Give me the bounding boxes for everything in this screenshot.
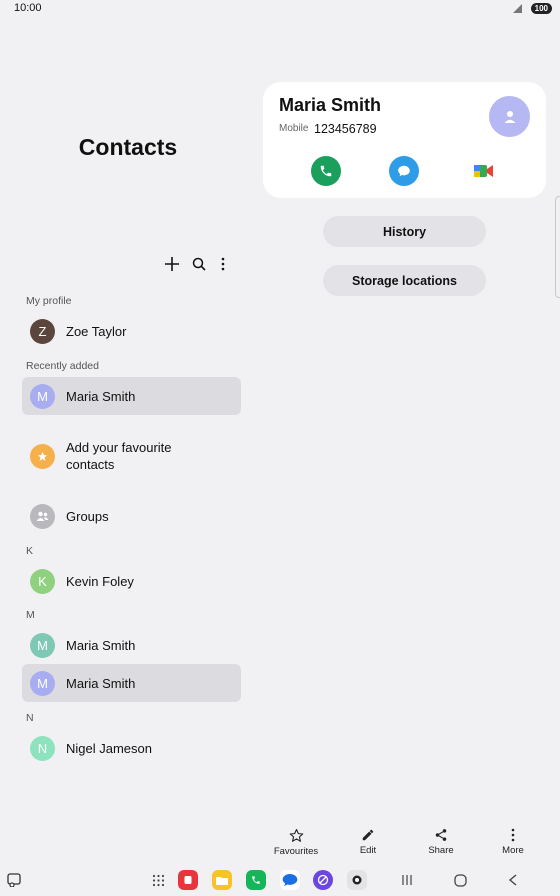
avatar: M — [30, 383, 55, 409]
message-button[interactable] — [389, 156, 419, 186]
add-favourites-label: Add your favourite contacts — [66, 439, 172, 473]
groups-row[interactable]: Groups — [22, 497, 241, 535]
section-label-m: M — [26, 609, 35, 621]
app-icon-red[interactable] — [178, 870, 198, 890]
favourites-label: Favourites — [273, 846, 319, 857]
plus-icon — [165, 257, 179, 271]
history-button[interactable]: History — [323, 216, 486, 247]
groups-label: Groups — [66, 508, 109, 524]
contact-card: Maria Smith Mobile 123456789 — [263, 82, 546, 198]
groups-icon — [30, 503, 55, 529]
contact-name: Kevin Foley — [66, 573, 134, 589]
add-favourites-line1: Add your favourite — [66, 440, 172, 455]
contact-name: Maria Smith — [66, 388, 136, 404]
video-call-icon — [474, 165, 493, 177]
home-icon[interactable] — [450, 870, 470, 890]
page-title: Contacts — [78, 134, 178, 160]
phone-app-icon[interactable] — [246, 870, 266, 890]
profile-row[interactable]: Z Zoe Taylor — [22, 312, 241, 350]
contact-name: Maria Smith — [66, 637, 136, 653]
share-label: Share — [428, 845, 454, 856]
phone-icon — [320, 165, 332, 177]
contact-row-maria-smith-2[interactable]: M Maria Smith — [22, 664, 241, 702]
screen-record-icon[interactable] — [4, 870, 24, 890]
contact-name: Maria Smith — [66, 675, 136, 691]
contact-row-kevin-foley[interactable]: K Kevin Foley — [22, 562, 241, 600]
share-icon — [435, 829, 447, 841]
message-icon — [398, 165, 410, 177]
pencil-icon — [362, 829, 374, 841]
contact-name: Nigel Jameson — [66, 740, 152, 756]
contact-row-nigel-jameson[interactable]: N Nigel Jameson — [22, 729, 241, 767]
more-options-button[interactable] — [211, 252, 235, 276]
edge-panel-handle[interactable] — [555, 196, 560, 298]
status-bar: 10:00 100 — [0, 0, 560, 18]
star-outline-icon — [289, 829, 303, 842]
contact-row-recent-maria-smith[interactable]: M Maria Smith — [22, 377, 241, 415]
section-label-recently-added: Recently added — [26, 360, 99, 372]
section-label-n: N — [26, 712, 34, 724]
add-contact-button[interactable] — [160, 252, 184, 276]
storage-locations-button[interactable]: Storage locations — [323, 265, 486, 296]
add-favourites-line2: contacts — [66, 457, 115, 472]
avatar: M — [30, 670, 55, 696]
phone-number: 123456789 — [314, 122, 377, 136]
apps-grid-icon[interactable] — [148, 870, 168, 890]
search-button[interactable] — [187, 252, 211, 276]
contact-avatar-icon — [489, 96, 530, 137]
more-vertical-icon — [221, 257, 225, 271]
browser-app-icon[interactable] — [313, 870, 333, 890]
folder-app-icon[interactable] — [212, 870, 232, 890]
contact-row-maria-smith-1[interactable]: M Maria Smith — [22, 626, 241, 664]
section-label-k: K — [26, 545, 34, 557]
add-favourites-row[interactable]: Add your favourite contacts — [22, 436, 241, 476]
status-time: 10:00 — [14, 2, 42, 14]
edit-button[interactable]: Edit — [338, 828, 398, 856]
messages-app-icon[interactable] — [280, 870, 300, 890]
more-button[interactable]: More — [483, 828, 543, 856]
more-vertical-icon — [511, 828, 515, 842]
favourites-button[interactable]: Favourites — [266, 828, 326, 857]
back-icon[interactable] — [503, 870, 523, 890]
recent-apps-icon[interactable] — [397, 870, 417, 890]
contact-card-name: Maria Smith — [279, 95, 382, 115]
battery-indicator: 100 — [530, 3, 552, 14]
call-button[interactable] — [311, 156, 341, 186]
star-icon — [30, 443, 55, 469]
avatar: Z — [30, 318, 55, 344]
video-call-button[interactable] — [469, 156, 499, 186]
taskbar — [0, 866, 560, 896]
section-label-my-profile: My profile — [26, 295, 72, 307]
search-icon — [192, 257, 206, 271]
avatar: N — [30, 735, 55, 761]
contact-name: Zoe Taylor — [66, 323, 127, 339]
more-label: More — [502, 845, 524, 856]
camera-app-icon[interactable] — [347, 870, 367, 890]
share-button[interactable]: Share — [411, 828, 471, 856]
avatar: K — [30, 568, 55, 594]
avatar: M — [30, 632, 55, 658]
signal-icon — [513, 4, 522, 13]
edit-label: Edit — [359, 845, 377, 856]
phone-type-label: Mobile — [279, 123, 309, 134]
